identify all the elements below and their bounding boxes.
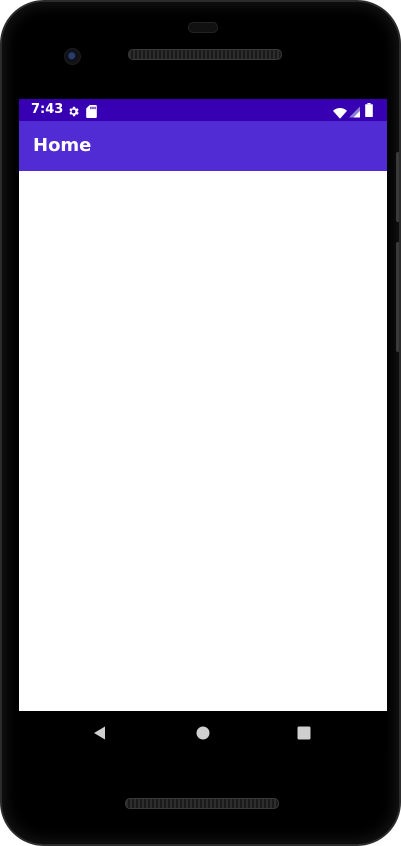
status-time: 7:43 <box>31 102 64 117</box>
front-camera <box>64 48 81 65</box>
home-circle-icon <box>196 726 210 740</box>
app-toolbar: Home <box>19 121 387 171</box>
device-screen: 7:43 Home <box>19 99 387 711</box>
top-speaker-grille <box>128 49 282 60</box>
phone-frame: 7:43 Home <box>0 0 401 846</box>
back-triangle-icon <box>94 726 105 740</box>
earpiece-notch <box>188 22 218 33</box>
battery-icon <box>365 102 373 121</box>
page-content <box>19 171 387 711</box>
page-title: Home <box>33 135 92 156</box>
home-button[interactable] <box>193 723 213 743</box>
recents-square-icon <box>297 726 311 740</box>
sd-card-icon <box>86 103 97 122</box>
recents-button[interactable] <box>294 723 314 743</box>
status-bar: 7:43 <box>19 99 387 121</box>
gear-icon <box>67 103 80 122</box>
back-button[interactable] <box>90 723 110 743</box>
volume-rocker <box>396 242 399 352</box>
cell-signal-icon <box>349 103 360 122</box>
power-button <box>396 152 399 222</box>
bottom-speaker-grille <box>125 798 279 809</box>
system-navigation-bar <box>19 711 387 755</box>
